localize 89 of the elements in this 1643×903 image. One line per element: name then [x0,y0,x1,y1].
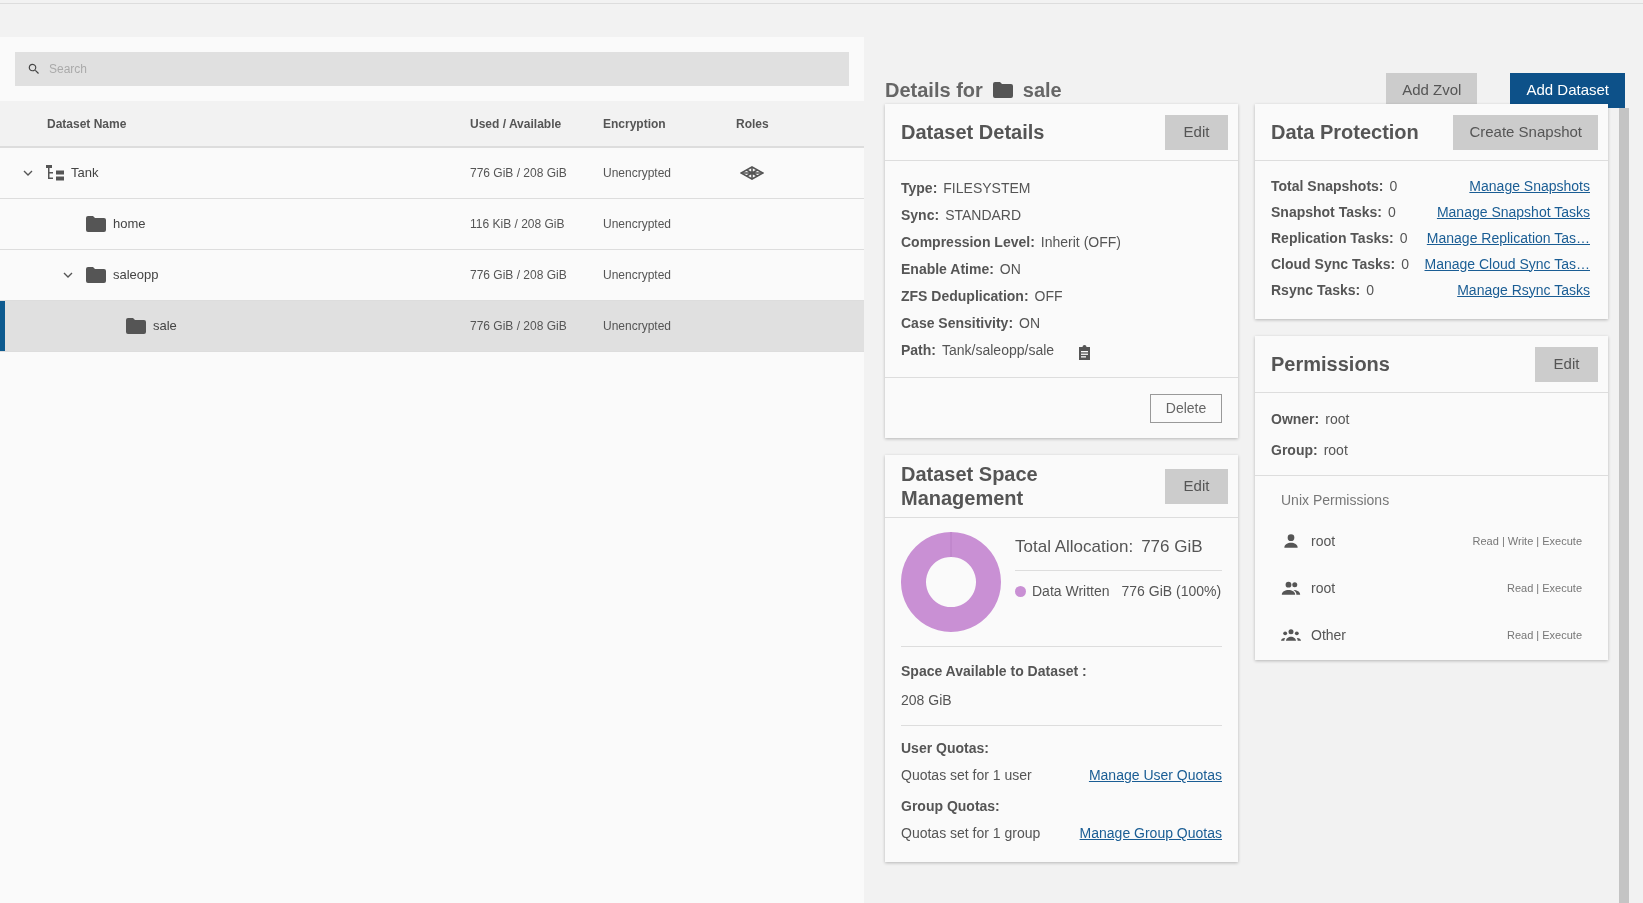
field-label: Cloud Sync Tasks: [1271,254,1396,274]
manage-link[interactable]: Manage Replication Tas… [1426,227,1590,249]
field-label: Type: [901,178,938,198]
card-title: Dataset Space Management [901,462,1039,510]
folder-icon [86,216,106,232]
manage-link[interactable]: Manage Rsync Tasks [1457,279,1590,301]
field-value: Inherit (OFF) [1040,232,1121,252]
field-label: Snapshot Tasks: [1271,202,1382,222]
field-value: 0 [1401,254,1409,274]
field-label: Compression Level: [901,232,1035,252]
quota-text: Quotas set for 1 user [901,766,1032,785]
total-allocation-label: Total Allocation: [1015,536,1134,558]
dataset-name: sale [1022,78,1062,103]
dataset-name: home [113,215,146,234]
space-available-label: Space Available to Dataset : [901,662,1088,681]
manage-link[interactable]: Manage Cloud Sync Tas… [1424,253,1590,275]
legend-value: 776 GiB (100%) [1121,581,1222,601]
encryption-status: Unencrypted [603,216,673,233]
folder-icon [126,318,146,334]
used-available: 116 KiB / 208 GiB [470,216,566,233]
delete-button[interactable]: Delete [1150,393,1222,423]
permission-access: Read | Execute [1507,580,1582,596]
field-label: Enable Atime: [901,259,994,279]
edit-button[interactable]: Edit [1535,346,1598,382]
column-header: Dataset Name [46,115,128,133]
manage-link[interactable]: Manage Snapshot Tasks [1436,201,1590,223]
field-label: Path: [901,340,936,360]
create-snapshot-button[interactable]: Create Snapshot [1453,114,1598,150]
tree-structure-icon [46,165,64,181]
quota-label: Group Quotas: [901,797,1001,816]
scrollbar[interactable] [1619,108,1629,903]
field-label: ZFS Deduplication: [901,286,1029,306]
field-value: ON [1019,313,1041,333]
dataset-name: sale [153,317,177,336]
field-label: Owner: [1271,410,1320,429]
edit-button[interactable]: Edit [1165,468,1228,504]
search-icon [27,62,41,76]
used-available: 776 GiB / 208 GiB [470,267,568,284]
quota-text: Quotas set for 1 group [901,824,1041,843]
space-available-value: 208 GiB [901,691,953,710]
field-value: 0 [1399,228,1408,248]
field-value: 0 [1389,176,1398,196]
card-title: Permissions [1271,352,1390,377]
details-title: Details for [885,78,983,103]
legend-label: Data Written [1032,581,1110,601]
used-available: 776 GiB / 208 GiB [470,165,568,182]
table-row[interactable]: sale 776 GiB / 208 GiB Unencrypted [0,301,864,352]
field-value: 0 [1366,280,1375,300]
encryption-status: Unencrypted [603,165,673,182]
field-label: Replication Tasks: [1271,228,1394,248]
permission-access: Read | Execute [1507,627,1582,643]
add-dataset-button[interactable]: Add Dataset [1510,72,1625,108]
permission-access: Read | Write | Execute [1472,533,1582,549]
encryption-status: Unencrypted [603,318,673,335]
card-title: Dataset Details [901,120,1045,145]
quota-label: User Quotas: [901,739,990,758]
dataset-name: saleopp [113,266,159,285]
encryption-status: Unencrypted [603,267,673,284]
field-value: 0 [1388,202,1396,222]
card-title: Data Protection [1271,120,1419,145]
permission-name: root [1311,531,1336,551]
field-value: STANDARD [945,205,1022,225]
manage-quotas-link[interactable]: Manage Group Quotas [1079,823,1222,844]
section-heading: Unix Permissions [1281,492,1390,508]
field-value: Tank/saleopp/sale [942,340,1055,360]
folder-icon [86,267,106,283]
field-value: OFF [1034,286,1063,306]
field-value: FILESYSTEM [943,178,1031,198]
field-label: Sync: [901,205,940,225]
field-label: Group: [1271,441,1318,460]
column-header: Encryption [603,115,667,133]
field-label: Total Snapshots: [1271,176,1384,196]
used-available: 776 GiB / 208 GiB [470,318,568,335]
permission-name: root [1311,578,1336,598]
total-allocation-value: 776 GiB [1141,536,1203,558]
column-header: Used / Available [470,115,563,133]
field-label: Case Sensitivity: [901,313,1014,333]
manage-link[interactable]: Manage Snapshots [1469,175,1590,197]
permission-name: Other [1311,625,1346,645]
manage-quotas-link[interactable]: Manage User Quotas [1088,765,1222,786]
folder-icon [992,82,1013,98]
field-value: ON [999,259,1021,279]
field-value: root [1323,441,1348,460]
field-label: Rsync Tasks: [1271,280,1361,300]
edit-button[interactable]: Edit [1165,114,1228,150]
field-value: root [1325,410,1350,429]
clipboard-icon[interactable] [1078,344,1092,360]
column-header: Roles [736,115,770,133]
dataset-name: Tank [71,164,99,183]
